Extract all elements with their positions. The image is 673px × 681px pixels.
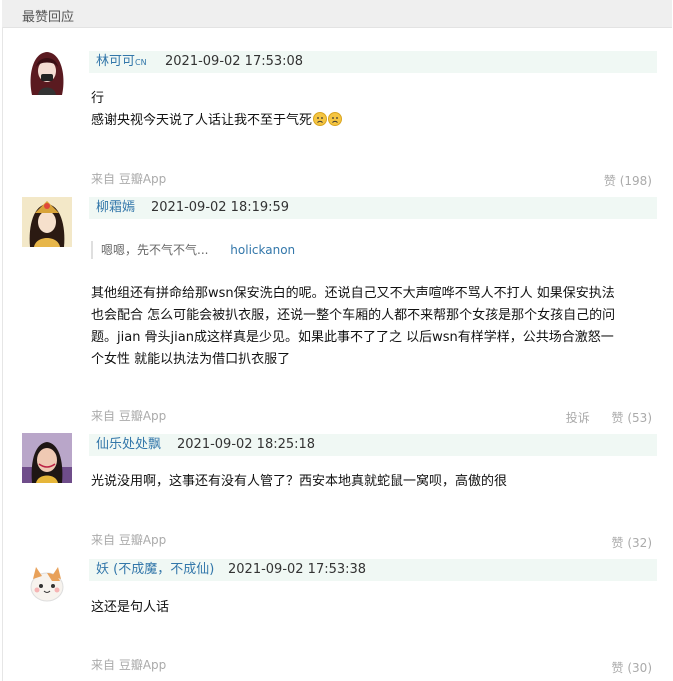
source-label: 来自 豆瓣App [91,172,167,186]
quote-text: 嗯嗯，先不气不气... [101,243,209,257]
avatar[interactable] [22,197,72,247]
comment-meta: 妖 (不成魔，不成仙) 2021-09-02 17:53:38 [89,559,657,581]
comment-line: 这还是句人话 [91,600,170,615]
avatar[interactable] [22,433,72,483]
sad-face-icon [328,112,343,126]
quoted-reply: 嗯嗯，先不气不气... holickanon [91,241,295,259]
timestamp: 2021-09-02 18:25:18 [177,437,316,452]
report-button[interactable]: 投诉 [566,411,590,425]
source-label: 来自 豆瓣App [91,658,167,672]
avatar[interactable] [22,47,72,97]
avatar[interactable] [22,559,72,609]
comment-actions: 投诉 赞 (53) [566,409,652,426]
comment-body: 光说没用啊，这事还有没有人管了？西安本地真就蛇鼠一窝呗，高傲的很 [91,471,657,493]
comment-line: 行 [91,91,105,106]
divider [2,27,3,681]
username-link[interactable]: 妖 (不成魔，不成仙) [96,559,214,581]
sad-face-icon [313,112,328,126]
comment-meta: 柳霜嫣 2021-09-02 18:19:59 [89,197,657,219]
comment-body: 其他组还有拼命给那wsn保安洗白的呢。还说自己又不大声喧哗不骂人不打人 如果保安… [91,283,657,371]
comment-line: 其他组还有拼命给那wsn保安洗白的呢。还说自己又不大声喧哗不骂人不打人 如果保安… [91,286,615,301]
like-button[interactable]: 赞 (30) [612,659,652,676]
quote-author-link[interactable]: holickanon [230,243,295,257]
like-button[interactable]: 赞 (32) [612,534,652,551]
username-link[interactable]: 柳霜嫣 [96,197,135,219]
like-button[interactable]: 赞 (53) [612,411,652,425]
comment-meta: 林可可CN 2021-09-02 17:53:08 [89,51,657,73]
timestamp: 2021-09-02 17:53:08 [165,54,304,69]
username-link[interactable]: 林可可CN [96,51,147,74]
source-label: 来自 豆瓣App [91,533,167,547]
comment-line: 感谢央视今天说了人话让我不至于气死 [91,110,657,132]
section-header: 最赞回应 [2,0,672,28]
comment-line: 个女性 就能以执法为借口扒衣服了 [91,352,291,367]
comment-body: 这还是句人话 [91,597,657,619]
comment-line: 光说没用啊，这事还有没有人管了？西安本地真就蛇鼠一窝呗，高傲的很 [91,474,508,489]
timestamp: 2021-09-02 17:53:38 [228,562,367,577]
username-link[interactable]: 仙乐处处飘 [96,434,161,456]
comment-line: 也会配合 怎么可能会被扒衣服，还说一整个车厢的人都不来帮那个女孩是那个女孩自己的… [91,308,616,323]
like-button[interactable]: 赞 (198) [604,172,652,189]
comment-body: 行 感谢央视今天说了人话让我不至于气死 [91,88,657,132]
section-title: 最赞回应 [22,10,75,25]
source-label: 来自 豆瓣App [91,409,167,423]
comment-line: 题。jian 骨头jian成这样真是少见。如果此事不了了之 以后wsn有样学样，… [91,330,614,345]
timestamp: 2021-09-02 18:19:59 [151,200,290,215]
comment-meta: 仙乐处处飘 2021-09-02 18:25:18 [89,434,657,456]
username-badge: CN [135,58,147,67]
